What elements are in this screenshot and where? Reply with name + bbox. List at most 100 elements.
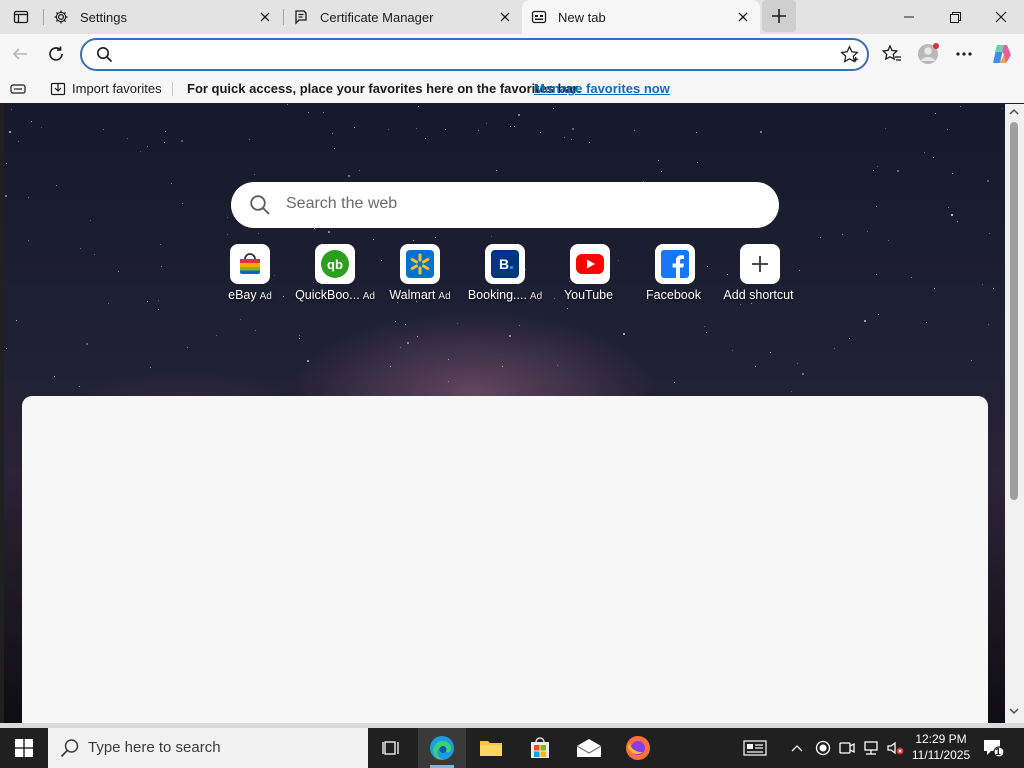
web-search-box[interactable]: Search the web <box>231 182 779 228</box>
star-dot <box>755 366 756 367</box>
star-dot <box>108 303 109 304</box>
minimize-button[interactable] <box>886 0 932 34</box>
news-widget-button[interactable] <box>738 728 772 768</box>
quick-link-youtube[interactable]: YouTube <box>547 244 633 306</box>
star-dot <box>400 347 401 348</box>
star-dot <box>518 114 520 116</box>
tray-record-button[interactable] <box>812 728 834 768</box>
star-dot <box>416 128 417 129</box>
star-dot <box>445 129 446 130</box>
star-dot <box>407 342 409 344</box>
start-button[interactable] <box>0 728 48 768</box>
import-favorites-button[interactable]: Import favorites <box>50 74 162 103</box>
tab-actions-button[interactable] <box>6 0 36 34</box>
back-arrow-icon <box>12 48 27 60</box>
tile-label: QuickBoo... <box>295 288 360 302</box>
star-dot <box>373 239 374 240</box>
scroll-thumb[interactable] <box>1010 122 1018 500</box>
tab-new-tab[interactable]: New tab <box>522 0 760 34</box>
star-dot <box>791 391 792 392</box>
star-dot <box>952 173 953 174</box>
star-dot <box>181 140 183 142</box>
star-dot <box>510 126 511 127</box>
star-dot <box>127 138 128 139</box>
star-dot <box>509 335 511 337</box>
taskbar-edge[interactable] <box>418 728 466 768</box>
scroll-down-arrow-icon[interactable] <box>1009 707 1019 715</box>
close-tab-button[interactable] <box>496 8 514 26</box>
walmart-icon <box>400 244 440 284</box>
star-dot <box>987 180 989 182</box>
star-dot <box>557 365 558 366</box>
new-tab-page: Search the web eBay Ad qb QuickBoo... Ad W… <box>4 104 1005 723</box>
notification-count: 1 <box>995 747 1001 758</box>
star-dot <box>948 207 949 208</box>
svg-text:B: B <box>499 256 509 272</box>
address-bar[interactable] <box>80 38 869 71</box>
tab-label: Certificate Manager <box>320 9 434 25</box>
avatar-icon <box>918 43 939 64</box>
star-dot <box>56 185 57 186</box>
star-dot <box>328 231 330 233</box>
star-dot <box>933 157 934 158</box>
taskbar-clock[interactable]: 12:29 PM 11/11/2025 <box>906 731 976 763</box>
address-input[interactable] <box>122 45 822 65</box>
newtab-page-icon <box>530 8 548 26</box>
tab-settings[interactable]: Settings <box>44 0 282 34</box>
taskbar-mail[interactable] <box>565 728 613 768</box>
ebay-icon <box>230 244 270 284</box>
star-dot <box>519 325 520 326</box>
page-scrollbar[interactable] <box>1005 104 1024 723</box>
star-dot <box>457 323 458 324</box>
star-dot <box>993 288 994 289</box>
volume-button[interactable] <box>884 728 906 768</box>
plus-icon <box>740 244 780 284</box>
taskbar-search-box[interactable]: Type here to search <box>48 728 368 768</box>
star-dot <box>885 128 886 129</box>
star-dot <box>623 333 625 335</box>
quick-link-quickbooks[interactable]: qb QuickBoo... Ad <box>292 244 378 306</box>
star-dot <box>28 240 29 241</box>
refresh-button[interactable] <box>40 38 72 70</box>
star-dot <box>332 133 333 134</box>
star-dot <box>989 233 990 234</box>
copilot-button[interactable] <box>986 38 1018 70</box>
manage-favorites-link[interactable]: Manage favorites now <box>534 74 670 103</box>
close-tab-button[interactable] <box>734 8 752 26</box>
show-hidden-icons-button[interactable] <box>786 728 808 768</box>
edge-icon <box>430 736 454 760</box>
network-button[interactable] <box>860 728 882 768</box>
favorites-star-icon <box>882 44 901 61</box>
quick-link-walmart[interactable]: Walmart Ad <box>377 244 463 306</box>
restore-button[interactable] <box>932 0 978 34</box>
scroll-up-arrow-icon[interactable] <box>1009 108 1019 116</box>
star-dot <box>418 106 419 107</box>
back-button[interactable] <box>4 38 36 70</box>
favorites-button[interactable] <box>876 38 908 70</box>
star-dot <box>867 231 868 232</box>
add-shortcut-tile[interactable]: Add shortcut <box>717 244 803 306</box>
folder-icon <box>480 741 502 756</box>
star-dot <box>11 109 12 110</box>
settings-and-more-button[interactable] <box>948 38 980 70</box>
taskbar-microsoft-store[interactable] <box>516 728 564 768</box>
star-dot <box>182 203 183 204</box>
new-tab-button[interactable] <box>762 0 796 32</box>
quick-link-ebay[interactable]: eBay Ad <box>207 244 293 306</box>
ad-badge: Ad <box>438 291 451 302</box>
quick-link-facebook[interactable]: Facebook <box>632 244 718 306</box>
profile-button[interactable] <box>912 38 944 70</box>
task-view-button[interactable] <box>368 728 416 768</box>
tab-certificate-manager[interactable]: Certificate Manager <box>284 0 522 34</box>
taskbar-file-explorer[interactable] <box>467 728 515 768</box>
add-favorite-star-icon[interactable] <box>840 45 859 67</box>
restore-icon <box>949 11 961 23</box>
notifications-button[interactable]: 1 <box>980 728 1008 768</box>
close-window-button[interactable] <box>978 0 1024 34</box>
star-dot <box>334 148 335 149</box>
tray-meet-button[interactable] <box>836 728 858 768</box>
close-tab-button[interactable] <box>256 8 274 26</box>
taskbar-firefox[interactable] <box>614 728 662 768</box>
sidebar-toggle-button[interactable] <box>10 74 26 103</box>
quick-link-booking[interactable]: B Booking.... Ad <box>462 244 548 306</box>
